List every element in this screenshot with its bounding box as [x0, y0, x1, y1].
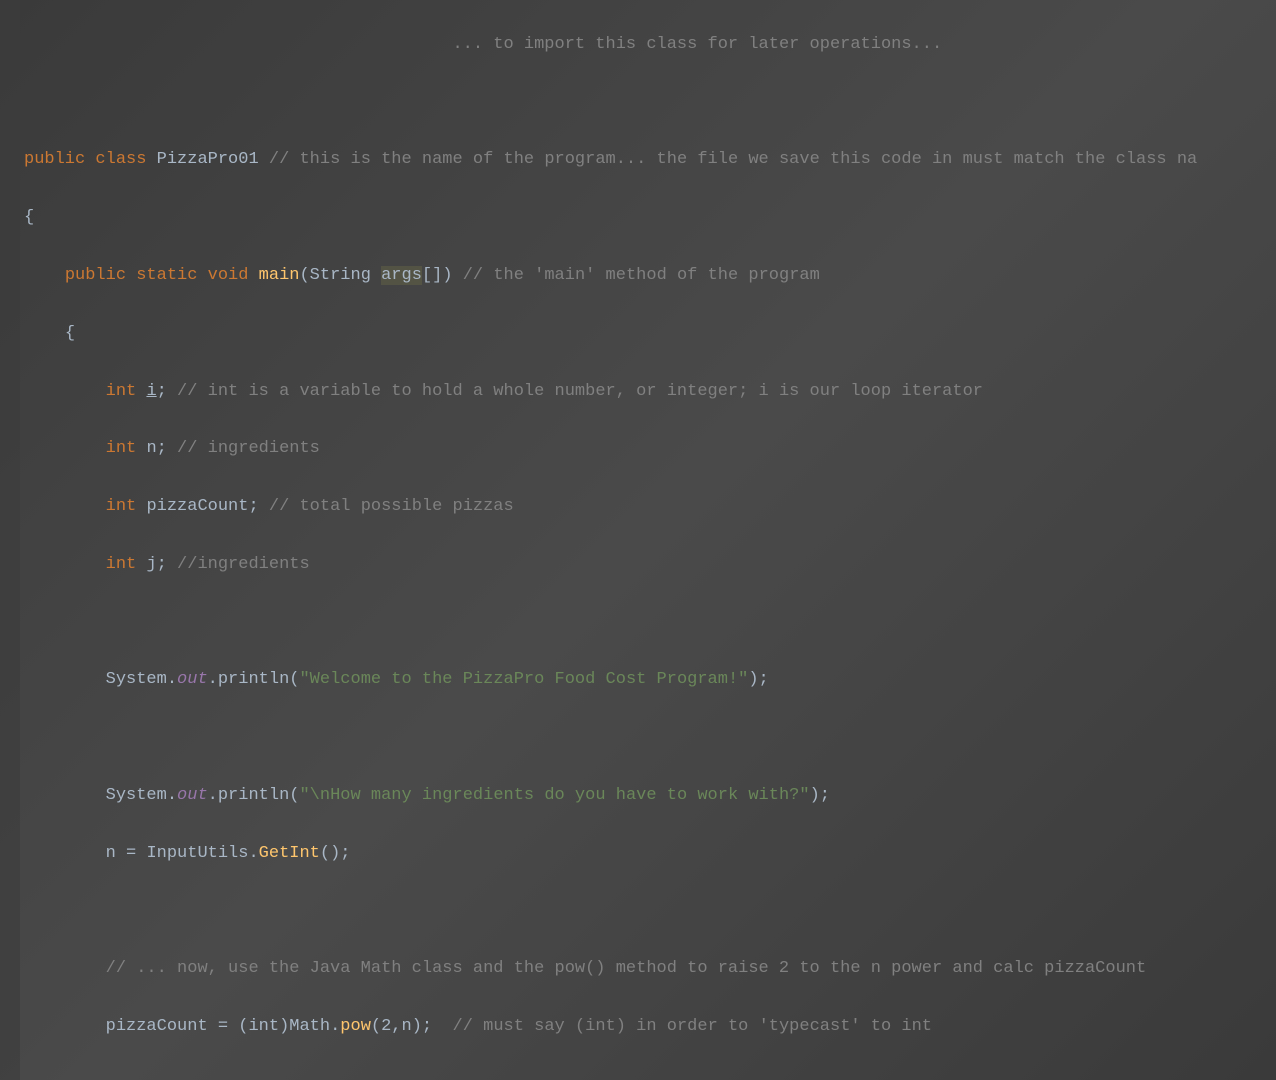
code-line	[24, 609, 1276, 638]
paren: (	[289, 670, 299, 689]
code-line: System.out.println("\nHow many ingredien…	[24, 782, 1276, 811]
n-assign: n =	[106, 844, 147, 863]
getint: GetInt	[259, 844, 320, 863]
string-literal: "Welcome to the PizzaPro Food Cost Progr…	[299, 670, 748, 689]
class-name: PizzaPro01	[157, 150, 259, 169]
semicolon: ;	[422, 1017, 432, 1036]
brace-open: {	[24, 208, 34, 227]
code-line: {	[24, 320, 1276, 349]
dot: .	[208, 786, 218, 805]
comment-text: // this is the name of the program... th…	[269, 150, 1197, 169]
semicolon: ;	[157, 555, 167, 574]
semicolon: ;	[248, 497, 258, 516]
code-line: System.out.println("Welcome to the Pizza…	[24, 666, 1276, 695]
param-args: args	[381, 266, 422, 285]
keyword-static: static	[136, 266, 197, 285]
system: System	[106, 786, 167, 805]
inpututils: InputUtils	[146, 844, 248, 863]
dot: .	[248, 844, 258, 863]
code-line: int j; //ingredients	[24, 551, 1276, 580]
keyword-int: int	[106, 439, 137, 458]
out-field: out	[177, 786, 208, 805]
comment-text: // int is a variable to hold a whole num…	[177, 382, 983, 401]
keyword-int: int	[106, 382, 137, 401]
method-main: main	[259, 266, 300, 285]
main-params: (String	[299, 266, 381, 285]
code-line: int n; // ingredients	[24, 435, 1276, 464]
semicolon: ;	[157, 382, 167, 401]
code-line	[24, 724, 1276, 753]
code-line: public static void main(String args[]) /…	[24, 262, 1276, 291]
dot: .	[167, 786, 177, 805]
string-literal: "\nHow many ingredients do you have to w…	[299, 786, 809, 805]
keyword-public: public	[65, 266, 126, 285]
cast: (int)	[238, 1017, 289, 1036]
code-line: pizzaCount = (int)Math.pow(2,n); // must…	[24, 1013, 1276, 1042]
code-line: {	[24, 204, 1276, 233]
println: println	[218, 786, 289, 805]
comment-text: // the 'main' method of the program	[463, 266, 820, 285]
code-line: // ... now, use the Java Math class and …	[24, 955, 1276, 984]
comment-text: // ... now, use the Java Math class and …	[106, 959, 1147, 978]
comment-text: // ingredients	[177, 439, 320, 458]
comment-text: ... to import this class for later opera…	[452, 35, 942, 54]
dot: .	[167, 670, 177, 689]
var-pizzacount: pizzaCount	[106, 1017, 208, 1036]
keyword-class: class	[95, 150, 146, 169]
var-j: j	[146, 555, 156, 574]
code-editor[interactable]: ... to import this class for later opera…	[0, 0, 1276, 1080]
var-i: i	[146, 382, 156, 401]
comment-text: // must say (int) in order to 'typecast'…	[453, 1017, 932, 1036]
code-area[interactable]: ... to import this class for later opera…	[20, 0, 1276, 1080]
code-line	[24, 898, 1276, 927]
code-line	[24, 89, 1276, 118]
code-line: int i; // int is a variable to hold a wh…	[24, 378, 1276, 407]
system: System	[106, 670, 167, 689]
semicolon: ;	[157, 439, 167, 458]
keyword-int: int	[106, 497, 137, 516]
gutter	[0, 0, 20, 1080]
code-line: int pizzaCount; // total possible pizzas	[24, 493, 1276, 522]
keyword-void: void	[208, 266, 249, 285]
paren: (	[289, 786, 299, 805]
var-n: n	[146, 439, 156, 458]
pow: pow	[340, 1017, 371, 1036]
dot: .	[330, 1017, 340, 1036]
code-line: ... to import this class for later opera…	[24, 31, 1276, 60]
eq: =	[208, 1017, 239, 1036]
var-pizzacount: pizzaCount	[146, 497, 248, 516]
code-line	[24, 1071, 1276, 1080]
comment-text: // total possible pizzas	[269, 497, 514, 516]
out-field: out	[177, 670, 208, 689]
comment-text: //ingredients	[177, 555, 310, 574]
code-line: n = InputUtils.GetInt();	[24, 840, 1276, 869]
keyword-int: int	[106, 555, 137, 574]
keyword-public: public	[24, 150, 85, 169]
paren-close: );	[810, 786, 830, 805]
paren-close: ();	[320, 844, 351, 863]
pow-args: (2,n)	[371, 1017, 422, 1036]
math: Math	[289, 1017, 330, 1036]
dot: .	[208, 670, 218, 689]
main-params: [])	[422, 266, 453, 285]
code-line: public class PizzaPro01 // this is the n…	[24, 146, 1276, 175]
brace-open: {	[65, 324, 75, 343]
paren-close: );	[748, 670, 768, 689]
println: println	[218, 670, 289, 689]
